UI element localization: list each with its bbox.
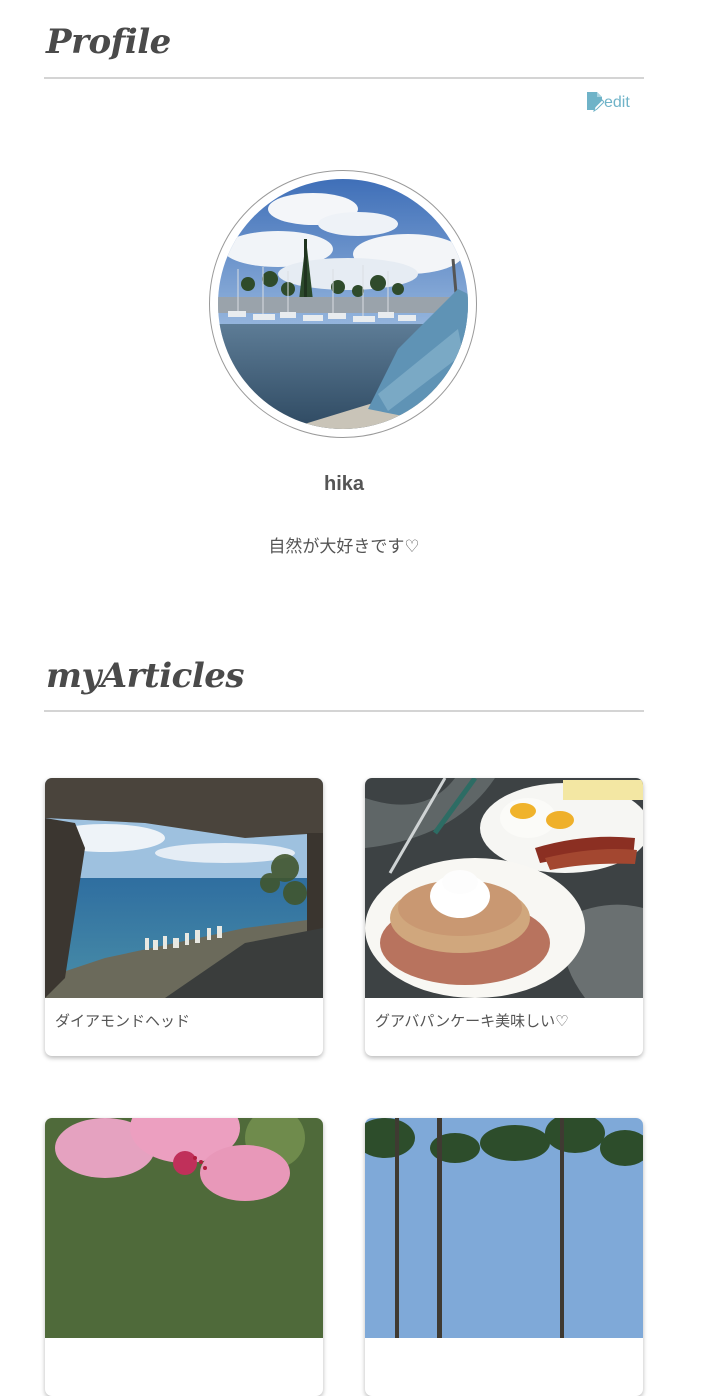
palm-trees-photo — [365, 1118, 643, 1338]
profile-divider — [44, 77, 644, 79]
profile-section-title: Profile — [46, 22, 171, 62]
profile-bio: 自然が大好きです♡ — [268, 537, 420, 556]
article-card[interactable] — [365, 1118, 643, 1396]
ocean-view-photo — [45, 778, 323, 998]
harbor-photo — [218, 179, 468, 429]
username: hika — [323, 473, 365, 495]
article-title: ダイアモンドヘッド — [55, 1013, 191, 1030]
pancake-breakfast-photo — [365, 778, 643, 998]
avatar — [218, 179, 468, 429]
article-title — [45, 1338, 323, 1350]
article-card[interactable] — [45, 1118, 323, 1396]
articles-divider — [44, 710, 644, 712]
edit-label: edit — [604, 94, 630, 111]
article-card[interactable]: ダイアモンドヘッド — [45, 778, 323, 1056]
articles-section-title: myArticles — [46, 656, 245, 696]
avatar-frame — [209, 170, 477, 438]
article-title — [365, 1338, 643, 1350]
hibiscus-photo — [45, 1118, 323, 1338]
article-card[interactable]: グアバパンケーキ美味しい♡ — [365, 778, 643, 1056]
edit-icon — [586, 92, 604, 112]
article-title: グアバパンケーキ美味しい♡ — [375, 1013, 569, 1030]
edit-profile-link[interactable]: edit — [586, 92, 630, 112]
